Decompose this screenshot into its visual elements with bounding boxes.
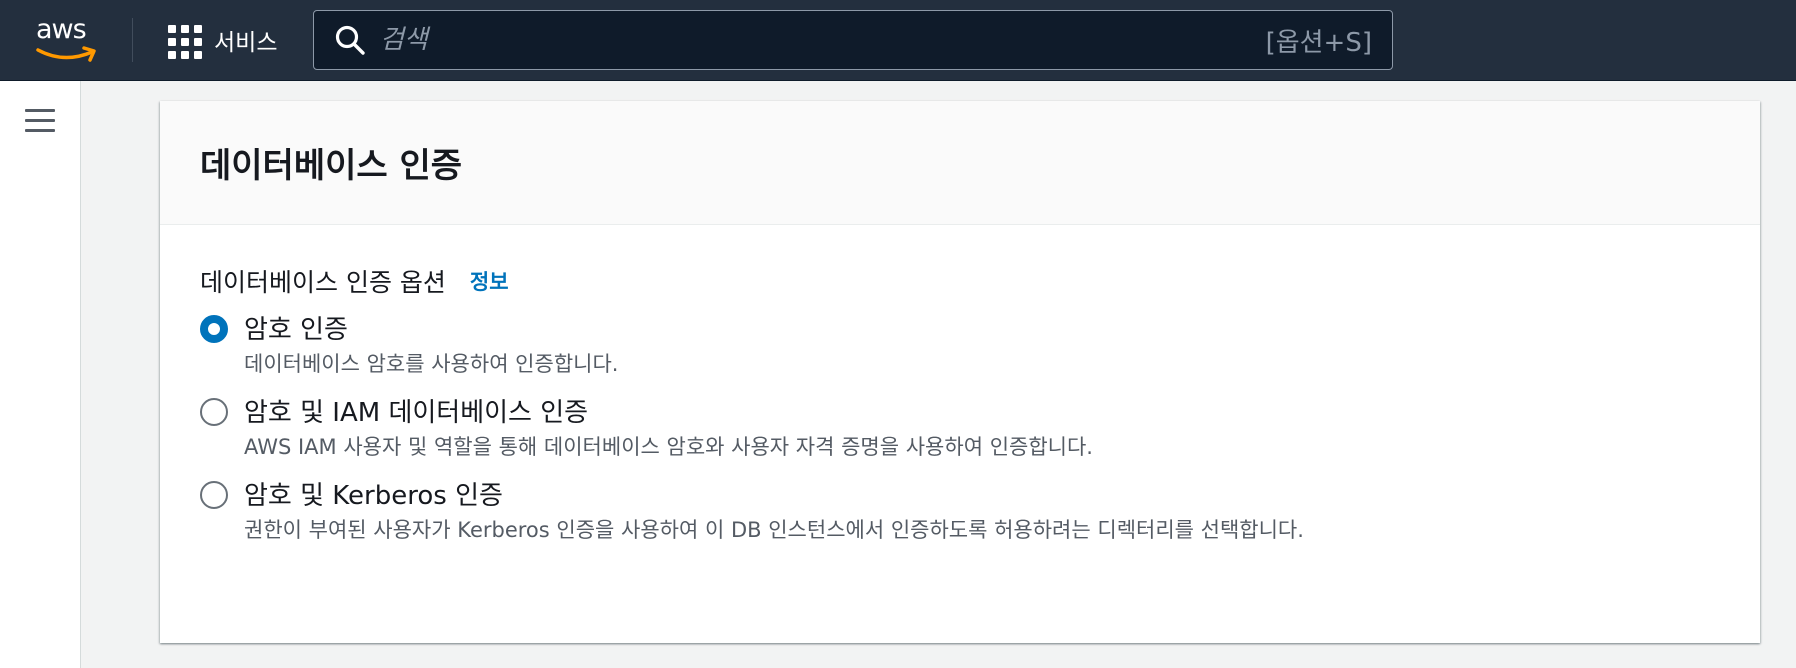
side-navigation-rail <box>0 81 81 668</box>
panel-title: 데이터베이스 인증 <box>200 146 463 186</box>
panel-header: 데이터베이스 인증 <box>160 101 1760 225</box>
radio-button-password[interactable] <box>200 315 228 343</box>
services-menu-button[interactable]: 서비스 <box>166 20 277 60</box>
radio-option-password-kerberos[interactable]: 암호 및 Kerberos 인증 권한이 부여된 사용자가 Kerberos 인… <box>200 477 1720 546</box>
info-link[interactable]: 정보 <box>470 266 509 296</box>
nav-divider <box>132 18 133 62</box>
app-grid-icon <box>166 23 202 59</box>
radio-option-description: 데이터베이스 암호를 사용하여 인증합니다. <box>244 352 619 376</box>
search-icon <box>335 25 365 55</box>
top-navigation: aws 서비스 [옵션+S] <box>0 0 1796 81</box>
database-auth-panel: 데이터베이스 인증 데이터베이스 인증 옵션 정보 암호 인증 데이터베이스 암… <box>160 101 1760 643</box>
search-bar[interactable]: [옵션+S] <box>313 10 1393 70</box>
radio-option-password-iam[interactable]: 암호 및 IAM 데이터베이스 인증 AWS IAM 사용자 및 역할을 통해 … <box>200 394 1720 463</box>
radio-option-label[interactable]: 암호 인증 <box>244 311 1720 349</box>
auth-options-label-row: 데이터베이스 인증 옵션 정보 <box>200 261 1720 301</box>
services-label: 서비스 <box>214 30 278 56</box>
hamburger-menu-icon[interactable] <box>25 109 55 135</box>
panel-body: 데이터베이스 인증 옵션 정보 암호 인증 데이터베이스 암호를 사용하여 인증… <box>160 225 1760 546</box>
search-shortcut-hint: [옵션+S] <box>1265 27 1372 58</box>
search-input[interactable] <box>380 25 1266 55</box>
radio-option-label[interactable]: 암호 및 IAM 데이터베이스 인증 <box>244 394 1720 432</box>
radio-option-label[interactable]: 암호 및 Kerberos 인증 <box>244 477 1720 515</box>
radio-option-description: AWS IAM 사용자 및 역할을 통해 데이터베이스 암호와 사용자 자격 증… <box>244 435 1093 459</box>
radio-button-password-iam[interactable] <box>200 398 228 426</box>
aws-logo[interactable]: aws <box>30 14 102 64</box>
auth-options-label: 데이터베이스 인증 옵션 <box>200 268 446 297</box>
aws-smile-icon <box>36 46 96 62</box>
radio-option-description: 권한이 부여된 사용자가 Kerberos 인증을 사용하여 이 DB 인스턴스… <box>244 518 1304 542</box>
radio-button-password-kerberos[interactable] <box>200 481 228 509</box>
radio-option-password[interactable]: 암호 인증 데이터베이스 암호를 사용하여 인증합니다. <box>200 311 1720 380</box>
